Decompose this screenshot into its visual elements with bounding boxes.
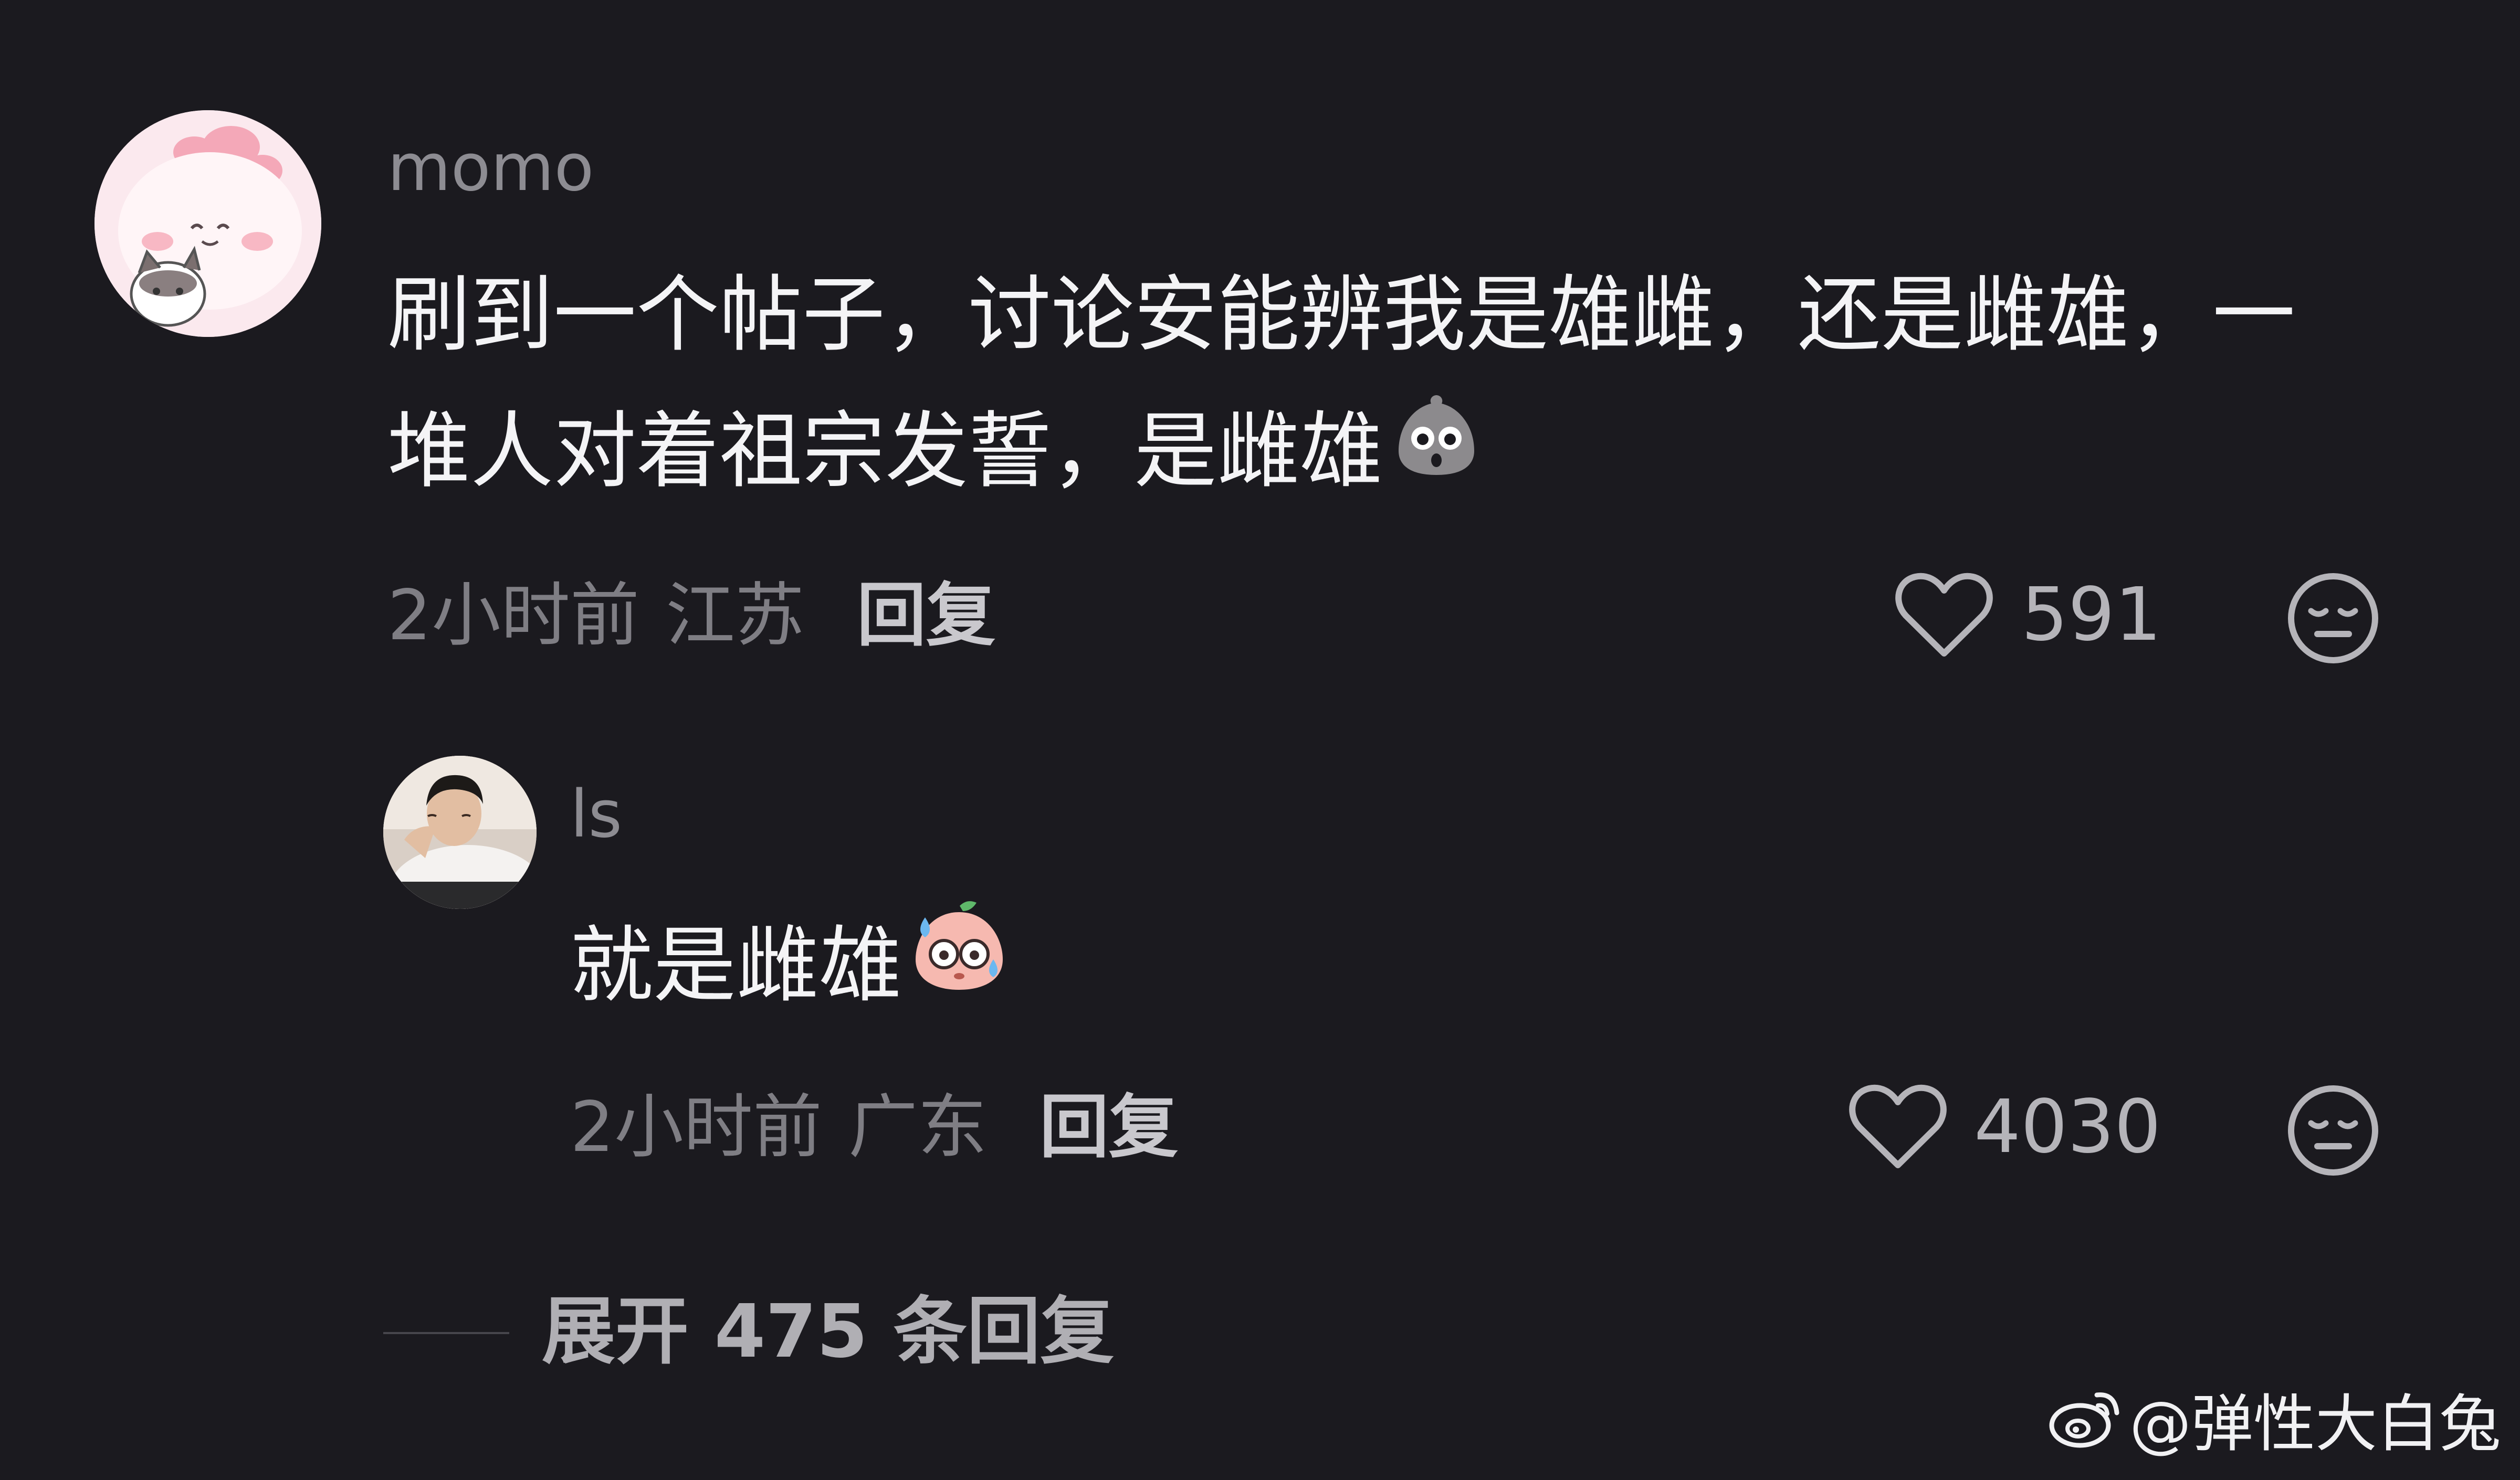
username[interactable]: momo <box>387 135 594 200</box>
avatar-ls[interactable] <box>383 756 537 909</box>
comment-text-line: 刷到一个帖子，讨论安能辨我是雄雌，还是雌雄，一 <box>387 267 2295 363</box>
weibo-logo-icon <box>2049 1388 2122 1460</box>
expand-replies-button[interactable]: 展开 475 条回复 <box>542 1295 1114 1369</box>
comment-meta: 2小时前 江苏 回复 <box>387 581 995 650</box>
sweating-peach-emoji-icon <box>909 896 1009 1036</box>
reply-button[interactable]: 回复 <box>857 575 995 656</box>
person-photo-avatar <box>383 756 537 909</box>
comment-text: 堆人对着祖宗发誓，是雌雄 <box>387 403 1383 500</box>
reply-button[interactable]: 回复 <box>1040 1087 1178 1168</box>
username[interactable]: ls <box>570 782 622 847</box>
avatar-momo[interactable] <box>94 110 321 337</box>
timestamp: 2小时前 <box>387 575 639 656</box>
like-count: 591 <box>2021 572 2162 658</box>
watermark-text: @弹性大白兔 <box>2129 1388 2501 1460</box>
like-count: 4030 <box>1974 1084 2161 1170</box>
comment-meta: 2小时前 广东 回复 <box>570 1093 1178 1162</box>
gray-shocked-blob-emoji-icon <box>1390 384 1483 520</box>
comment-text-line: 就是雌雄 <box>570 897 1009 1041</box>
heart-icon[interactable] <box>1894 569 1994 661</box>
comment-text-line: 堆人对着祖宗发誓，是雌雄 <box>387 383 1483 525</box>
location: 广东 <box>848 1087 987 1168</box>
meh-face-icon[interactable] <box>2287 572 2379 667</box>
timestamp: 2小时前 <box>570 1087 822 1168</box>
comment-text: 就是雌雄 <box>570 917 902 1014</box>
heart-icon[interactable] <box>1848 1081 1948 1172</box>
expand-divider <box>383 1332 509 1334</box>
pink-bunny-cat-avatar <box>94 110 321 337</box>
watermark: @弹性大白兔 <box>2049 1388 2501 1460</box>
meh-face-icon[interactable] <box>2287 1084 2379 1179</box>
location: 江苏 <box>665 575 804 656</box>
